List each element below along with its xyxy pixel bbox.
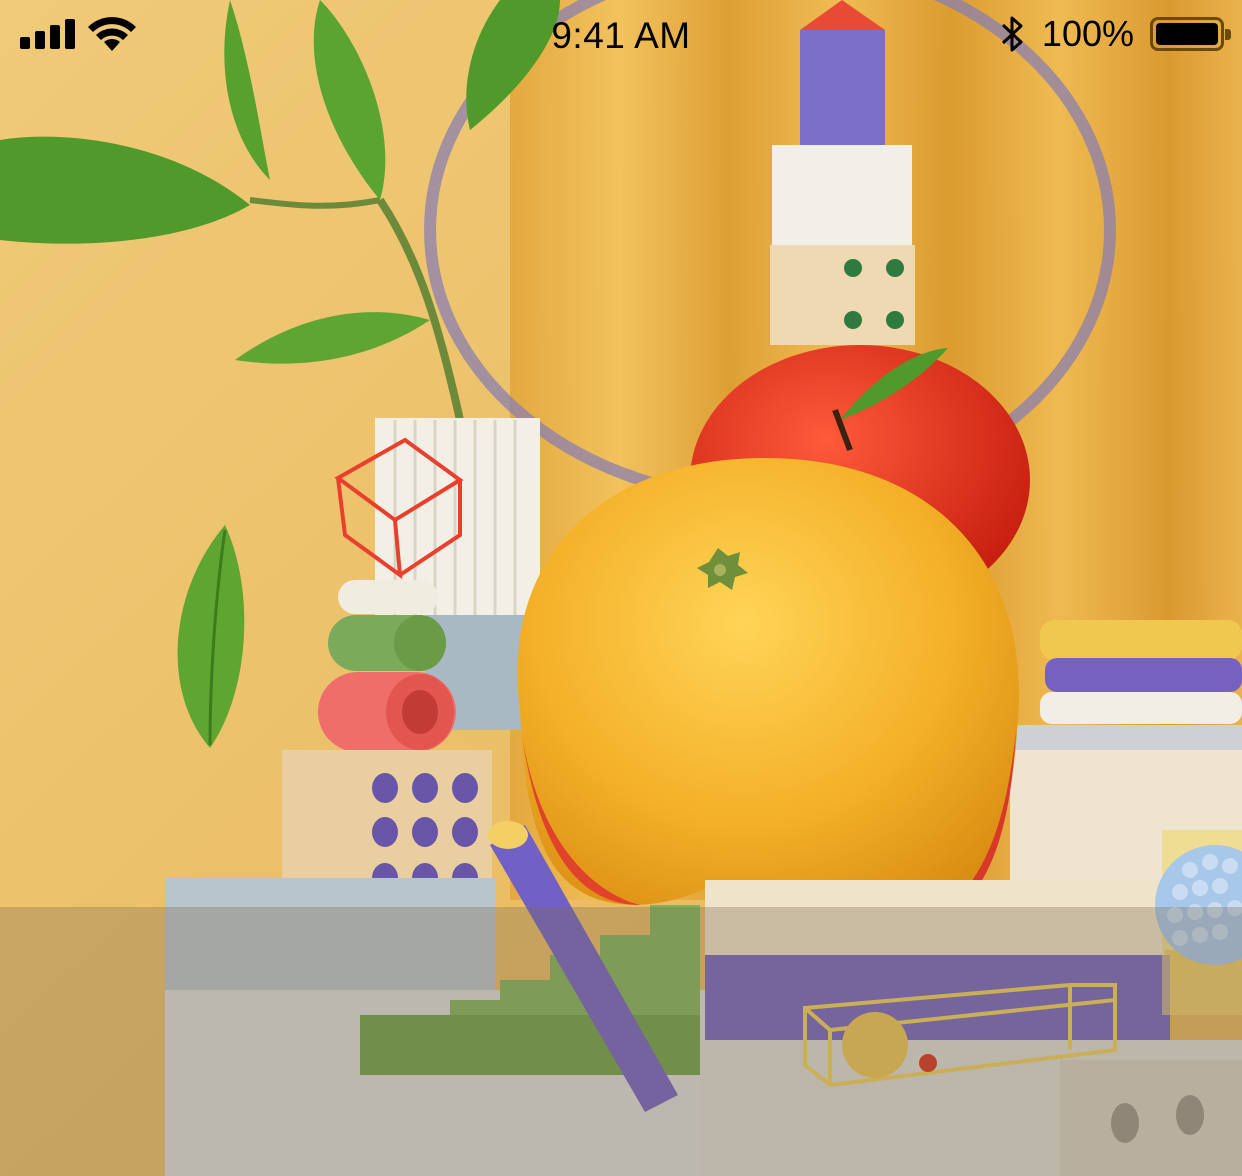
status-bar: 9:41 AM 100%	[0, 0, 1242, 72]
battery-percentage: 100%	[1041, 13, 1134, 54]
battery-icon	[1150, 17, 1231, 51]
status-bar-right: 100%	[1000, 12, 1231, 56]
bluetooth-icon	[1001, 16, 1023, 52]
dock-background	[0, 907, 1242, 1176]
battery-level-fill	[1156, 23, 1218, 45]
battery-tip	[1225, 29, 1231, 40]
home-screen: 9:41 AM 100%	[0, 0, 1242, 1176]
